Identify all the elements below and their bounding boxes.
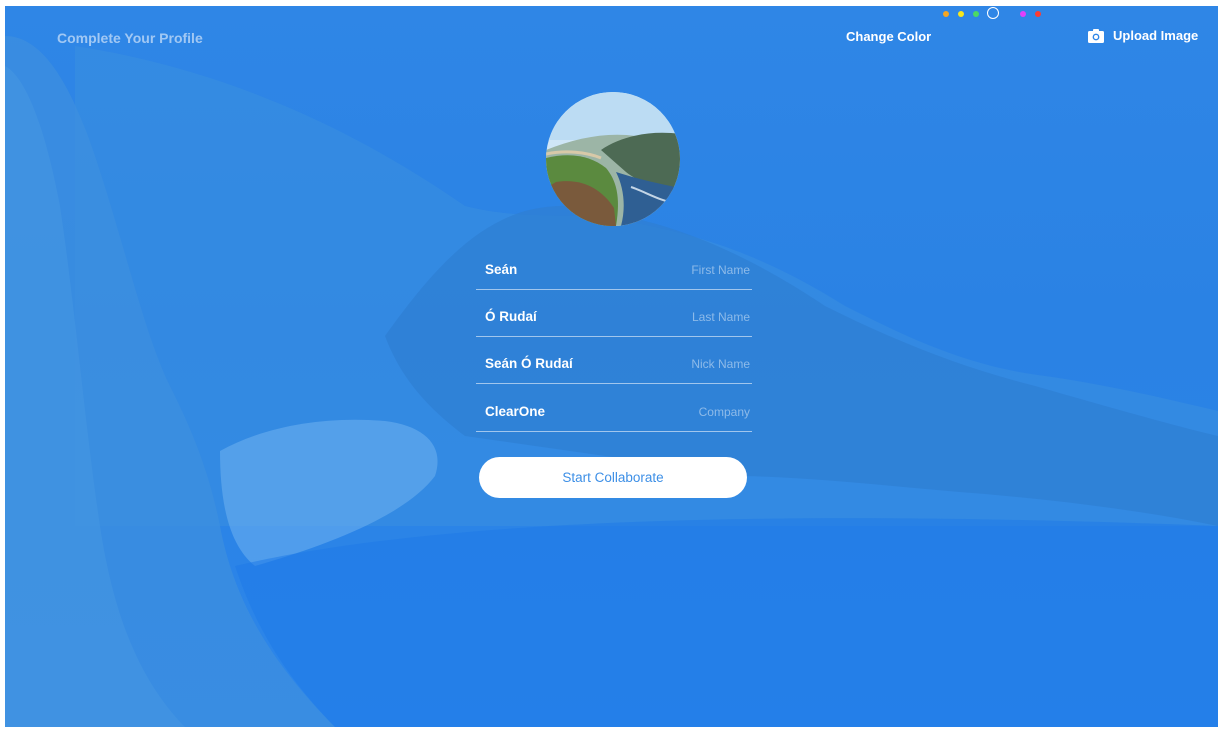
color-swatch-yellow[interactable] <box>958 11 964 17</box>
camera-icon <box>1088 28 1104 43</box>
company-placeholder: Company <box>698 405 750 419</box>
profile-screen: Complete Your Profile Change Color Uploa… <box>5 6 1218 727</box>
upload-image-button[interactable]: Upload Image <box>1088 28 1198 43</box>
start-collaborate-button[interactable]: Start Collaborate <box>479 457 747 498</box>
last-name-value: Ó Rudaí <box>485 309 537 324</box>
last-name-field[interactable]: Ó Rudaí Last Name <box>476 300 752 337</box>
upload-image-label: Upload Image <box>1113 28 1199 43</box>
last-name-placeholder: Last Name <box>691 310 750 324</box>
nick-name-field[interactable]: Seán Ó Rudaí Nick Name <box>476 347 752 384</box>
nick-name-value: Seán Ó Rudaí <box>485 356 573 371</box>
color-swatch-green[interactable] <box>973 11 979 17</box>
company-value: ClearOne <box>485 404 546 419</box>
page-title: Complete Your Profile <box>57 30 203 46</box>
landscape-photo-icon <box>546 92 680 226</box>
first-name-field[interactable]: Seán First Name <box>476 253 752 290</box>
color-swatch-orange[interactable] <box>943 11 949 17</box>
company-field[interactable]: ClearOne Company <box>476 395 752 432</box>
color-swatch-red[interactable] <box>1035 11 1041 17</box>
change-color-button[interactable]: Change Color <box>846 29 931 44</box>
first-name-placeholder: First Name <box>691 263 750 277</box>
avatar[interactable] <box>546 92 680 226</box>
first-name-value: Seán <box>485 262 518 277</box>
nick-name-placeholder: Nick Name <box>691 357 750 371</box>
color-swatch-blue[interactable] <box>987 7 999 19</box>
color-swatch-magenta[interactable] <box>1020 11 1026 17</box>
